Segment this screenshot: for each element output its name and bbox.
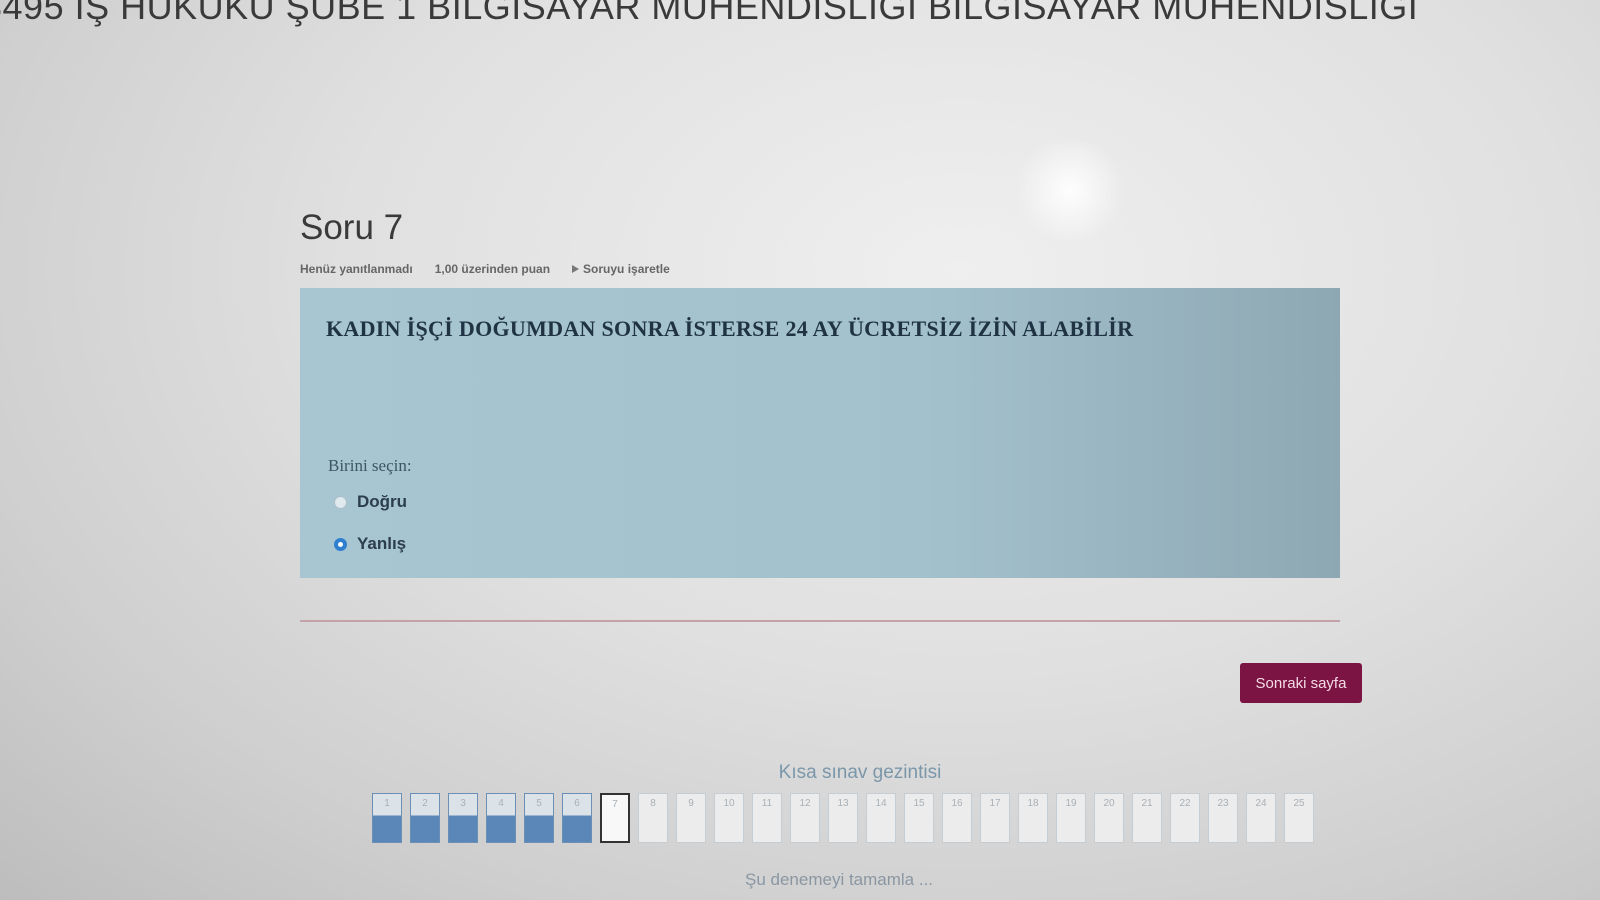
nav-cell-2[interactable]: 2 — [410, 793, 440, 843]
nav-cell-16[interactable]: 16 — [942, 793, 972, 843]
nav-cell-1[interactable]: 1 — [372, 793, 402, 843]
flag-icon — [572, 265, 580, 273]
nav-cell-11[interactable]: 11 — [752, 793, 782, 843]
nav-cell-21[interactable]: 21 — [1132, 793, 1162, 843]
quiz-navigation: 1 2 3 4 5 6 7 8 9 10 11 12 13 14 15 16 17 18 19 20 21 22 23 24 2… — [372, 793, 1314, 843]
nav-cell-9[interactable]: 9 — [676, 793, 706, 843]
flag-question-label: Soruyu işaretle — [583, 262, 670, 276]
nav-cell-3[interactable]: 3 — [448, 793, 478, 843]
option-yanlis-label: Yanlış — [357, 534, 407, 553]
radio-dogru[interactable] — [334, 495, 347, 509]
question-text: KADIN İŞÇİ DOĞUMDAN SONRA İSTERSE 24 AY … — [326, 316, 1134, 341]
nav-cell-23[interactable]: 23 — [1208, 793, 1238, 843]
nav-cell-19[interactable]: 19 — [1056, 793, 1086, 843]
next-page-button[interactable]: Sonraki sayfa — [1240, 663, 1362, 703]
nav-cell-24[interactable]: 24 — [1246, 793, 1276, 843]
option-dogru[interactable]: Doğru — [334, 492, 407, 512]
choose-label: Birini seçin: — [328, 456, 412, 475]
question-area: Soru 7 Henüz yanıtlanmadı 1,00 üzerinden… — [300, 200, 1360, 578]
nav-cell-14[interactable]: 14 — [866, 793, 896, 843]
question-number: Soru 7 — [300, 208, 404, 247]
radio-yanlis[interactable] — [334, 537, 347, 551]
nav-cell-15[interactable]: 15 — [904, 793, 934, 843]
question-box: KADIN İŞÇİ DOĞUMDAN SONRA İSTERSE 24 AY … — [300, 288, 1340, 578]
nav-cell-17[interactable]: 17 — [980, 793, 1010, 843]
nav-cell-20[interactable]: 20 — [1094, 793, 1124, 843]
finish-attempt-link[interactable]: Şu denemeyi tamamla ... — [745, 870, 933, 890]
question-status: Henüz yanıtlanmadı — [300, 262, 413, 276]
quiz-navigation-title: Kısa sınav gezintisi — [778, 762, 942, 783]
screen: 3495 İŞ HUKUKU ŞUBE 1 BİLGİSAYAR MÜHENDİ… — [0, 0, 1600, 900]
flag-question-link[interactable]: Soruyu işaretle — [572, 262, 670, 276]
nav-cell-12[interactable]: 12 — [790, 793, 820, 843]
nav-cell-8[interactable]: 8 — [638, 793, 668, 843]
divider — [300, 620, 1340, 622]
nav-cell-7[interactable]: 7 — [600, 793, 630, 843]
option-dogru-label: Doğru — [357, 492, 408, 511]
nav-cell-22[interactable]: 22 — [1170, 793, 1200, 843]
nav-cell-4[interactable]: 4 — [486, 793, 516, 843]
option-yanlis[interactable]: Yanlış — [334, 534, 406, 554]
nav-cell-18[interactable]: 18 — [1018, 793, 1048, 843]
nav-cell-13[interactable]: 13 — [828, 793, 858, 843]
course-title: 3495 İŞ HUKUKU ŞUBE 1 BİLGİSAYAR MÜHENDİ… — [0, 0, 1419, 27]
nav-cell-5[interactable]: 5 — [524, 793, 554, 843]
question-info: Henüz yanıtlanmadı 1,00 üzerinden puan S… — [300, 262, 1360, 276]
nav-cell-10[interactable]: 10 — [714, 793, 744, 843]
question-points: 1,00 üzerinden puan — [434, 262, 551, 276]
nav-cell-25[interactable]: 25 — [1284, 793, 1314, 843]
nav-cell-6[interactable]: 6 — [562, 793, 592, 843]
